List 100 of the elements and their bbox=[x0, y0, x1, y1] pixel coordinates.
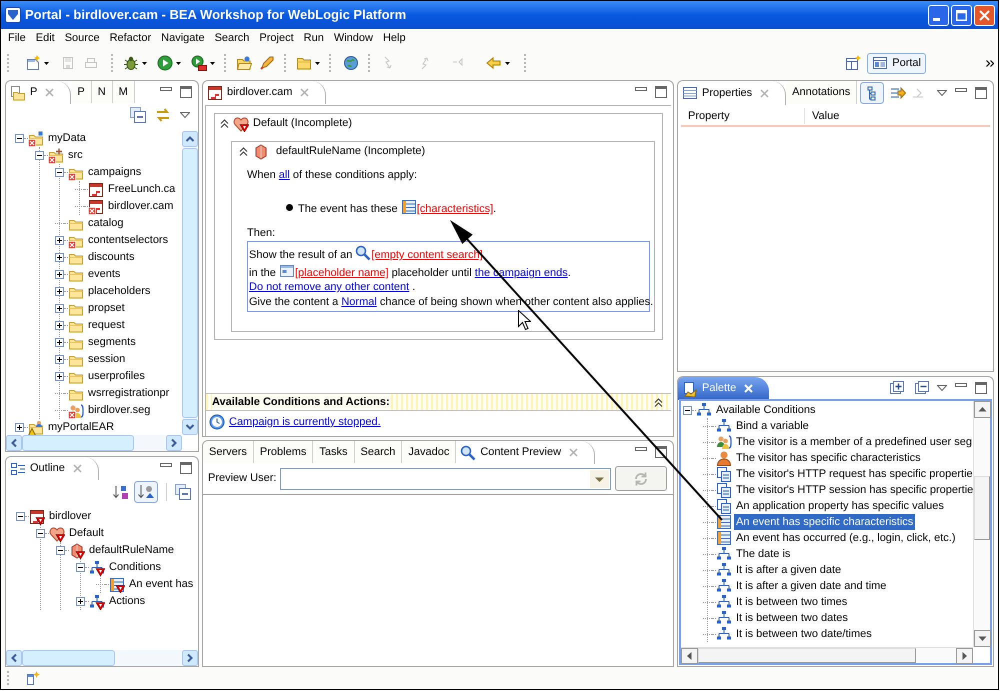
view-tab[interactable]: Outline bbox=[6, 457, 99, 480]
tree-item[interactable]: Conditions bbox=[107, 559, 163, 576]
link[interactable]: Normal bbox=[341, 296, 377, 308]
combo-box[interactable] bbox=[280, 468, 611, 490]
view-tab[interactable]: N bbox=[92, 81, 113, 103]
tree-item[interactable]: It is between two dates bbox=[734, 610, 850, 626]
tree-item[interactable]: The visitor has specific characteristics bbox=[734, 450, 923, 466]
tree-toggle-icon[interactable] bbox=[76, 597, 85, 606]
tree-item[interactable]: defaultRuleName bbox=[87, 542, 176, 559]
tree-item[interactable]: Bind a variable bbox=[734, 418, 811, 434]
tree-toggle-icon[interactable] bbox=[55, 321, 64, 330]
close-button[interactable] bbox=[974, 4, 995, 26]
expand-all-icon[interactable] bbox=[890, 381, 904, 395]
tree-item[interactable]: The visitor's HTTP request has specific propertie bbox=[734, 466, 973, 482]
tree-item[interactable]: catalog bbox=[86, 215, 126, 232]
horizontal-scrollbar[interactable] bbox=[6, 435, 182, 451]
view-menu-icon[interactable] bbox=[937, 90, 947, 96]
tree-item[interactable]: propset bbox=[86, 300, 127, 317]
play-toolbox-icon[interactable] bbox=[191, 55, 207, 71]
tree-item[interactable]: userprofiles bbox=[86, 368, 147, 385]
filter-icon[interactable] bbox=[134, 481, 158, 503]
scroll-thumb[interactable] bbox=[698, 648, 916, 663]
caret-icon[interactable] bbox=[210, 62, 215, 64]
perspective-button[interactable]: Portal bbox=[867, 52, 926, 74]
tree-toggle-icon[interactable] bbox=[683, 406, 692, 414]
menu-item[interactable]: Source bbox=[60, 29, 105, 48]
scroll-thumb[interactable] bbox=[22, 435, 134, 451]
view-tab[interactable]: M bbox=[112, 81, 135, 103]
maximize-button[interactable] bbox=[951, 4, 972, 26]
menu-item[interactable]: Search bbox=[210, 29, 254, 48]
caret-icon[interactable] bbox=[142, 62, 147, 64]
tree-item[interactable]: birdlover.seg bbox=[86, 402, 152, 419]
minimize-button[interactable] bbox=[928, 4, 949, 26]
chevron-icon[interactable] bbox=[986, 60, 994, 66]
tree-toggle-icon[interactable] bbox=[16, 512, 25, 521]
value-link[interactable]: [characteristics] bbox=[416, 203, 494, 215]
tree-toggle-icon[interactable] bbox=[55, 304, 64, 313]
tree-toggle-icon[interactable] bbox=[55, 253, 64, 262]
collapse-chevron-icon[interactable] bbox=[220, 119, 229, 128]
caret-icon[interactable] bbox=[505, 62, 510, 64]
tree-toggle-icon[interactable] bbox=[55, 338, 64, 347]
menu-item[interactable]: Run bbox=[298, 29, 329, 48]
tree-toggle-icon[interactable] bbox=[55, 355, 64, 364]
menu-item[interactable]: Navigate bbox=[156, 29, 210, 48]
caret-icon[interactable] bbox=[176, 62, 181, 64]
tree-icon[interactable] bbox=[860, 82, 884, 104]
scroll-left-icon[interactable] bbox=[6, 435, 22, 451]
scroll-right-icon[interactable] bbox=[166, 435, 182, 451]
tree-item[interactable]: The visitor's HTTP session has specific propertie bbox=[734, 482, 973, 498]
value-link[interactable]: [empty content search] bbox=[371, 249, 483, 261]
column-header[interactable]: Property bbox=[681, 108, 805, 124]
view-tab[interactable]: Annotations bbox=[786, 81, 858, 104]
scroll-thumb[interactable] bbox=[22, 650, 115, 666]
menu-item[interactable]: Window bbox=[328, 29, 378, 48]
tree-item[interactable]: An event has specific characteristics bbox=[734, 514, 916, 530]
tree-item[interactable]: It is after a given date and time bbox=[734, 578, 888, 594]
scroll-right-icon[interactable] bbox=[956, 648, 973, 664]
tree-item[interactable]: Actions bbox=[107, 593, 148, 610]
view-tab[interactable]: Tasks bbox=[313, 441, 354, 463]
tree-item[interactable]: placeholders bbox=[86, 283, 152, 300]
tree-item[interactable]: session bbox=[86, 351, 128, 368]
tree-item[interactable]: Default bbox=[67, 525, 106, 542]
tree-item[interactable]: The visitor is a member of a predefined user seg bbox=[734, 434, 973, 450]
collapse-all-icon[interactable] bbox=[915, 381, 929, 395]
tree-item[interactable]: wsrregistrationpr bbox=[86, 385, 172, 402]
tree-item[interactable]: It is between two times bbox=[734, 594, 850, 610]
view-tab[interactable]: P bbox=[6, 81, 72, 104]
view-tab[interactable]: Javadoc bbox=[402, 441, 456, 463]
globe-icon[interactable] bbox=[343, 55, 359, 71]
view-tab[interactable]: P bbox=[71, 81, 92, 103]
tree-item[interactable]: The date is bbox=[734, 546, 792, 562]
tree-toggle-icon[interactable] bbox=[55, 372, 64, 381]
horizontal-scrollbar[interactable] bbox=[681, 647, 973, 663]
tree-item[interactable]: events bbox=[86, 266, 122, 283]
arrows-icon[interactable] bbox=[890, 84, 906, 100]
tree-item[interactable]: FreeLunch.ca bbox=[106, 181, 178, 198]
scroll-up-icon[interactable] bbox=[974, 401, 991, 418]
new-document-icon[interactable] bbox=[25, 55, 41, 71]
arrows-icon[interactable] bbox=[155, 107, 171, 123]
collapse-all-icon[interactable] bbox=[130, 107, 146, 123]
scroll-down-icon[interactable] bbox=[974, 630, 991, 647]
tree-item[interactable]: campaigns bbox=[86, 164, 144, 181]
scroll-right-icon[interactable] bbox=[182, 650, 198, 666]
menu-item[interactable]: Edit bbox=[30, 29, 60, 48]
tree-item[interactable]: segments bbox=[86, 334, 138, 351]
view-tab[interactable]: Search bbox=[354, 441, 402, 463]
view-menu-icon[interactable] bbox=[180, 112, 190, 118]
sort-icon[interactable] bbox=[112, 484, 130, 500]
tree-toggle-icon[interactable] bbox=[15, 423, 24, 432]
scroll-left-icon[interactable] bbox=[681, 648, 698, 664]
fast-view-icon[interactable] bbox=[27, 671, 40, 685]
view-tab[interactable]: Problems bbox=[254, 441, 314, 463]
tree-item[interactable]: It is after a given date bbox=[734, 562, 844, 578]
menu-item[interactable]: Help bbox=[378, 29, 411, 48]
tree-toggle-icon[interactable] bbox=[36, 529, 45, 538]
link[interactable]: all bbox=[278, 169, 290, 181]
view-menu-icon[interactable] bbox=[937, 385, 947, 391]
tree-toggle-icon[interactable] bbox=[55, 236, 64, 245]
tree-item[interactable]: An event has occurred (e.g., login, click, etc.) bbox=[734, 530, 958, 546]
tree-toggle-icon[interactable] bbox=[15, 134, 24, 143]
